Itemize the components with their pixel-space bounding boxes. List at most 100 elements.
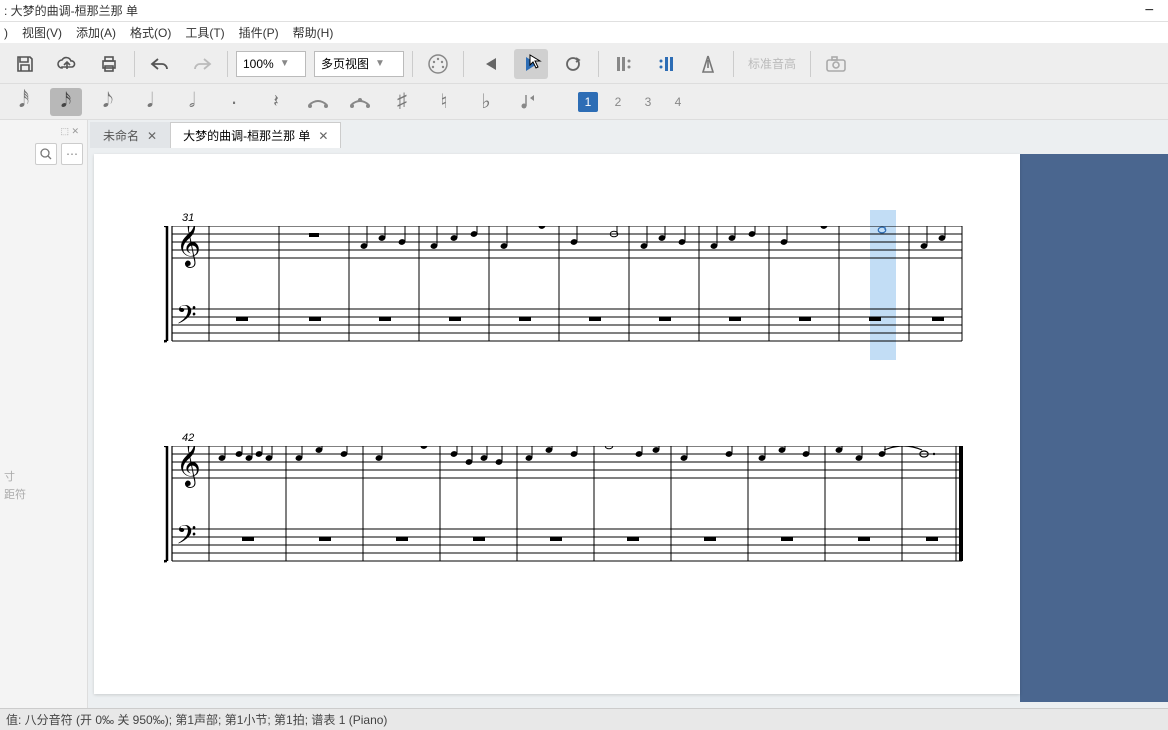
natural-button[interactable]: ♮ [428,88,460,116]
svg-text:𝄞: 𝄞 [176,446,201,488]
note-16th[interactable]: 𝅘𝅥𝅯 [50,88,82,116]
search-icon [40,148,52,160]
loop-out-button[interactable] [649,49,683,79]
chevron-down-icon: ▼ [375,58,385,69]
next-page-strip[interactable] [1020,154,1168,702]
menu-add[interactable]: 添加(A) [76,24,116,41]
flip-button[interactable] [512,88,544,116]
svg-text:𝄢: 𝄢 [176,300,197,336]
window-title: : 大梦的曲调-桓那兰那 单 [4,2,138,19]
tie-icon [306,94,330,110]
more-icon: ⋯ [66,147,78,161]
rewind-icon [480,56,498,72]
save-icon [15,54,35,74]
chevron-down-icon: ▼ [280,58,290,69]
menu-tools[interactable]: 工具(T) [185,24,224,41]
loop-in-icon [615,55,633,73]
cloud-icon [56,55,78,73]
flat-icon: ♭ [481,89,490,114]
more-button[interactable]: ⋯ [61,143,83,165]
zoom-combo[interactable]: 100% ▼ [236,51,306,77]
menu-view[interactable]: 视图(V) [22,24,62,41]
note-8th[interactable]: 𝅘𝅥𝅮 [92,88,124,116]
document-area: 未命名 ✕ 大梦的曲调-桓那兰那 单 ✕ 31 [88,120,1168,708]
undo-icon [149,56,171,72]
panel-close[interactable]: ⬚ ✕ [4,124,83,139]
rest-icon: 𝄽 [273,91,279,112]
play-icon [524,56,538,72]
midi-button[interactable] [421,49,455,79]
tie-button[interactable] [302,88,334,116]
voice-4[interactable]: 4 [668,92,688,112]
print-button[interactable] [92,49,126,79]
note-dot[interactable]: · [218,88,250,116]
menu-close-paren[interactable]: ) [4,26,8,40]
screenshot-button[interactable] [819,49,853,79]
undo-button[interactable] [143,49,177,79]
flat-button[interactable]: ♭ [470,88,502,116]
tab-untitled[interactable]: 未命名 ✕ [90,122,170,148]
voice-1[interactable]: 1 [578,92,598,112]
print-icon [99,54,119,74]
view-mode-combo[interactable]: 多页视图 ▼ [314,51,404,77]
score-page[interactable]: 31 𝄞 𝄢 [94,154,1020,694]
note-quarter[interactable]: 𝅘𝅥 [134,88,166,116]
main-toolbar: 100% ▼ 多页视图 ▼ 标准音高 [0,44,1168,84]
score-canvas[interactable]: 31 𝄞 𝄢 [88,148,1168,708]
tab-score[interactable]: 大梦的曲调-桓那兰那 单 ✕ [170,122,341,148]
sharp-button[interactable]: ♯ [386,88,418,116]
play-button[interactable] [514,49,548,79]
workarea: ⬚ ✕ ⋯ 寸 距符 未命名 ✕ 大梦的曲调-桓那兰那 单 ✕ [0,120,1168,708]
menu-format[interactable]: 格式(O) [130,24,171,41]
search-button[interactable] [35,143,57,165]
cloud-upload-button[interactable] [50,49,84,79]
minimize-button[interactable]: − [1135,2,1164,20]
rest-button[interactable]: 𝄽 [260,88,292,116]
menubar: ) 视图(V) 添加(A) 格式(O) 工具(T) 插件(P) 帮助(H) [0,22,1168,44]
note-half[interactable]: 𝅗𝅥 [176,88,208,116]
staff-system-1: 𝄞 𝄢 [164,226,964,356]
midi-icon [427,53,449,75]
tab-label: 未命名 [103,127,139,144]
note-icon: 𝅘𝅥𝅯 [61,90,71,113]
voice-3[interactable]: 3 [638,92,658,112]
sidebar-text-1: 寸 [4,469,83,487]
voice-2[interactable]: 2 [608,92,628,112]
titlebar: : 大梦的曲调-桓那兰那 单 − [0,0,1168,22]
note-toolbar: 𝅘𝅥𝅰 𝅘𝅥𝅯 𝅘𝅥𝅮 𝅘𝅥 𝅗𝅥 · 𝄽 ♯ ♮ ♭ 1 2 3 4 [0,84,1168,120]
zoom-value: 100% [243,57,274,71]
panel-tools: ⋯ [35,139,83,169]
slur-button[interactable] [344,88,376,116]
save-button[interactable] [8,49,42,79]
statusbar: 值: 八分音符 (开 0‰ 关 950‰); 第1声部; 第1小节; 第1拍; … [0,708,1168,730]
sharp-icon: ♯ [397,90,407,113]
flip-icon [518,92,538,112]
natural-icon: ♮ [440,89,447,114]
measure-number: 31 [182,212,194,224]
svg-text:𝄢: 𝄢 [176,520,197,556]
status-text: 值: 八分音符 (开 0‰ 关 950‰); 第1声部; 第1小节; 第1拍; … [6,711,387,728]
note-icon: 𝅘𝅥 [147,90,153,113]
camera-icon [825,55,847,73]
slur-icon [348,94,372,110]
loop-out-icon [657,55,675,73]
note-32nd[interactable]: 𝅘𝅥𝅰 [8,88,40,116]
loop-button[interactable] [556,49,590,79]
loop-icon [563,55,583,73]
close-icon[interactable]: ✕ [318,129,328,143]
menu-plugins[interactable]: 插件(P) [239,24,279,41]
close-icon[interactable]: ✕ [147,129,157,143]
loop-in-button[interactable] [607,49,641,79]
measure-number: 42 [182,432,194,444]
rewind-button[interactable] [472,49,506,79]
sidebar-text-2: 距符 [4,487,83,505]
redo-button[interactable] [185,49,219,79]
metronome-button[interactable] [691,49,725,79]
pitch-label: 标准音高 [742,55,802,72]
svg-text:𝄞: 𝄞 [176,226,201,268]
document-tabs: 未命名 ✕ 大梦的曲调-桓那兰那 单 ✕ [88,120,1168,148]
left-panel: ⬚ ✕ ⋯ 寸 距符 [0,120,88,708]
staff-system-2: 𝄞 𝄢 [164,446,964,576]
dot-icon: · [230,89,237,115]
menu-help[interactable]: 帮助(H) [293,24,334,41]
